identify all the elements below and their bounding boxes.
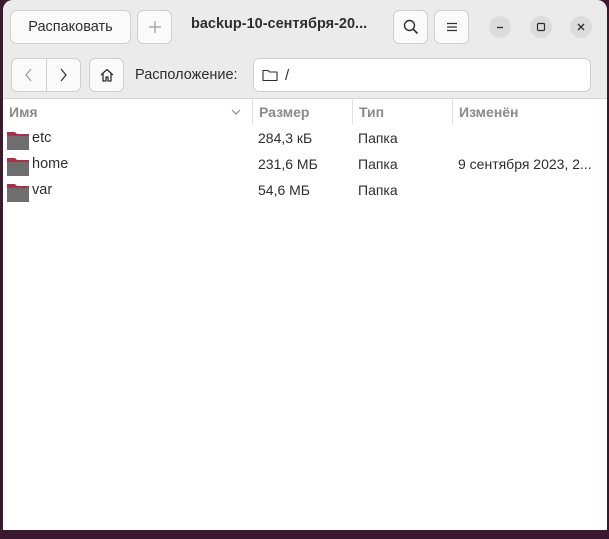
plus-icon: [148, 21, 161, 33]
column-header-modified-label: Изменён: [459, 104, 519, 120]
sort-down-icon: [231, 109, 241, 115]
navigation-buttons: [11, 58, 81, 92]
main-menu-button[interactable]: [434, 10, 469, 44]
back-button[interactable]: [12, 59, 47, 91]
home-button[interactable]: [89, 58, 124, 92]
forward-button[interactable]: [47, 59, 81, 91]
file-list: Имя Размер Тип Изменён etc 284,3 кБ Папк…: [3, 99, 607, 530]
column-header-type-label: Тип: [359, 104, 385, 120]
location-path: /: [285, 66, 290, 84]
archive-manager-window: Распаковать backup-10-сентября-20... Рас…: [3, 0, 607, 530]
row-type: Папка: [358, 156, 398, 172]
chevron-left-icon: [24, 68, 32, 82]
row-type: Папка: [358, 130, 398, 146]
row-name: home: [32, 156, 69, 172]
folder-icon: [262, 69, 278, 82]
add-files-button[interactable]: [137, 10, 172, 44]
location-entry[interactable]: /: [253, 58, 591, 92]
search-button[interactable]: [393, 10, 428, 44]
search-icon: [403, 19, 418, 35]
row-name: var: [32, 182, 53, 198]
table-row[interactable]: home 231,6 МБ Папка 9 сентября 2023, 2..…: [3, 151, 607, 177]
row-modified: 9 сентября 2023, 2...: [458, 156, 592, 172]
maximize-button[interactable]: [530, 16, 552, 38]
column-header-size[interactable]: Размер: [253, 99, 353, 125]
home-icon: [100, 68, 113, 82]
table-row[interactable]: var 54,6 МБ Папка: [3, 177, 607, 203]
extract-button[interactable]: Распаковать: [10, 10, 131, 44]
close-icon: [577, 23, 585, 31]
row-modified: [458, 177, 603, 203]
extract-button-label: Распаковать: [28, 19, 113, 35]
folder-icon: [7, 184, 29, 202]
location-label: Расположение:: [135, 67, 238, 83]
row-size: 231,6 МБ: [258, 156, 318, 172]
row-size: 54,6 МБ: [258, 182, 310, 198]
column-header-size-label: Размер: [259, 104, 310, 120]
close-button[interactable]: [570, 16, 592, 38]
row-size: 284,3 кБ: [258, 130, 313, 146]
window-title: backup-10-сентября-20...: [191, 16, 368, 32]
column-header-modified[interactable]: Изменён: [453, 99, 607, 125]
hamburger-menu-icon: [446, 22, 457, 32]
minimize-icon: [497, 26, 503, 29]
minimize-button[interactable]: [489, 16, 511, 38]
header-bar: Распаковать backup-10-сентября-20...: [3, 0, 607, 52]
row-type: Папка: [358, 182, 398, 198]
column-header-name[interactable]: Имя: [3, 99, 253, 125]
row-name: etc: [32, 130, 52, 146]
location-bar: Расположение: /: [3, 52, 607, 99]
column-header-type[interactable]: Тип: [353, 99, 453, 125]
column-header: Имя Размер Тип Изменён: [3, 99, 607, 125]
row-modified: [458, 125, 603, 151]
chevron-right-icon: [60, 68, 68, 82]
table-row[interactable]: etc 284,3 кБ Папка: [3, 125, 607, 151]
column-header-name-label: Имя: [9, 104, 38, 120]
maximize-icon: [536, 22, 546, 32]
